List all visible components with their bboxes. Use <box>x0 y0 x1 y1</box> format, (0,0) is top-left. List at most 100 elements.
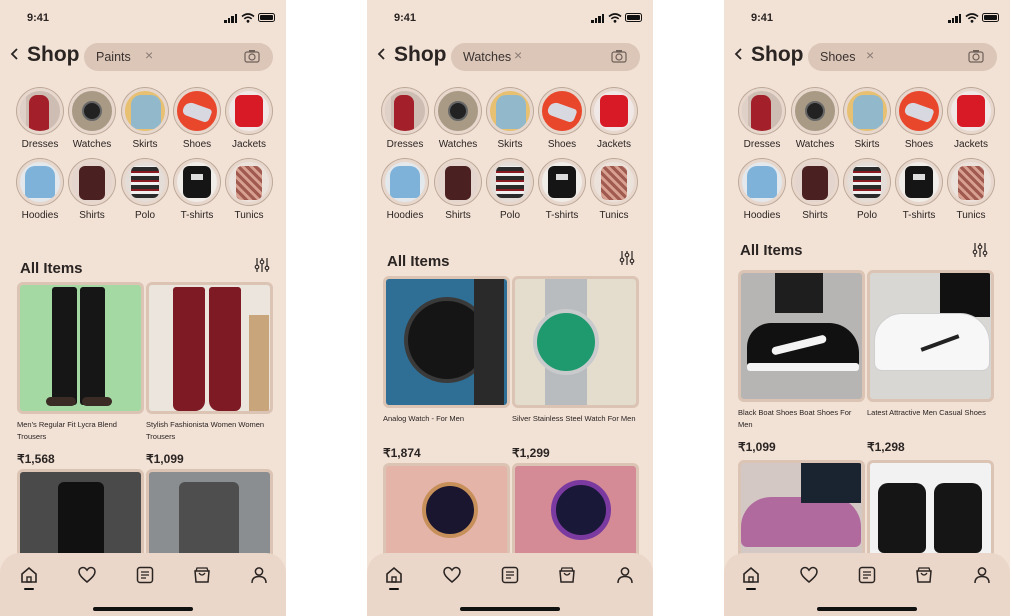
category-polo[interactable]: Polo <box>841 159 893 221</box>
product-name: Men's Regular Fit Lycra Blend Trousers <box>17 420 117 441</box>
heart-icon[interactable] <box>77 565 97 585</box>
profile-icon[interactable] <box>249 565 269 585</box>
clear-search-icon[interactable]: × <box>514 48 522 62</box>
product-card[interactable]: Latest Attractive Men Casual Shoes ₹1,29… <box>867 270 994 454</box>
category-t-shirts[interactable]: T-shirts <box>893 159 945 221</box>
battery-icon <box>625 13 642 22</box>
category-dresses[interactable]: Dresses <box>379 88 431 150</box>
category-label: Dresses <box>386 139 424 150</box>
t-shirt-thumbnail <box>539 159 585 205</box>
watch-thumbnail <box>69 88 115 134</box>
category-shoes[interactable]: Shoes <box>893 88 945 150</box>
product-card[interactable]: Analog Watch - For Men ₹1,874 <box>383 276 510 460</box>
category-shirts[interactable]: Shirts <box>66 159 118 221</box>
product-price: ₹1,874 <box>383 446 421 460</box>
category-polo[interactable]: Polo <box>119 159 171 221</box>
clear-search-icon[interactable]: × <box>145 48 153 62</box>
filter-icon[interactable] <box>254 257 270 273</box>
home-indicator <box>93 607 193 611</box>
search-input[interactable]: Shoes <box>820 50 855 64</box>
category-dresses[interactable]: Dresses <box>736 88 788 150</box>
bag-icon[interactable] <box>914 565 934 585</box>
category-tunics[interactable]: Tunics <box>588 159 640 221</box>
home-icon[interactable] <box>384 565 404 585</box>
product-image <box>738 270 865 402</box>
list-icon[interactable] <box>857 565 877 585</box>
category-dresses[interactable]: Dresses <box>14 88 66 150</box>
signal-icon <box>224 13 238 23</box>
category-shoes[interactable]: Shoes <box>171 88 223 150</box>
polo-thumbnail <box>122 159 168 205</box>
category-label: Jackets <box>954 139 988 150</box>
category-list: Dresses Watches Skirts Shoes Jackets Hoo… <box>367 88 653 228</box>
product-card[interactable]: Men's Regular Fit Lycra Blend Trousers ₹… <box>17 282 144 466</box>
category-shirts[interactable]: Shirts <box>789 159 841 221</box>
search-input[interactable]: Watches <box>463 50 511 64</box>
category-hoodies[interactable]: Hoodies <box>379 159 431 221</box>
product-card[interactable]: Silver Stainless Steel Watch For Men ₹1,… <box>512 276 639 460</box>
category-tunics[interactable]: Tunics <box>945 159 997 221</box>
category-polo[interactable]: Polo <box>484 159 536 221</box>
back-arrow-icon[interactable] <box>376 47 388 61</box>
category-shirts[interactable]: Shirts <box>432 159 484 221</box>
category-label: Dresses <box>21 139 59 150</box>
category-jackets[interactable]: Jackets <box>588 88 640 150</box>
category-skirts[interactable]: Skirts <box>841 88 893 150</box>
heart-icon[interactable] <box>442 565 462 585</box>
filter-icon[interactable] <box>972 242 988 258</box>
profile-icon[interactable] <box>615 565 635 585</box>
category-jackets[interactable]: Jackets <box>223 88 275 150</box>
category-label: Hoodies <box>743 210 781 221</box>
category-t-shirts[interactable]: T-shirts <box>171 159 223 221</box>
product-card[interactable]: Stylish Fashionista Women Women Trousers… <box>146 282 273 466</box>
search-bar[interactable]: Watches × <box>451 43 640 71</box>
category-watches[interactable]: Watches <box>66 88 118 150</box>
category-label: Hoodies <box>21 210 59 221</box>
header: Shop Shoes × <box>724 40 1010 72</box>
category-shoes[interactable]: Shoes <box>536 88 588 150</box>
list-icon[interactable] <box>135 565 155 585</box>
active-indicator <box>746 588 756 590</box>
category-label: Skirts <box>854 139 880 150</box>
bag-icon[interactable] <box>557 565 577 585</box>
product-price: ₹1,298 <box>867 440 905 454</box>
category-t-shirts[interactable]: T-shirts <box>536 159 588 221</box>
category-label: Shoes <box>182 139 212 150</box>
home-indicator <box>817 607 917 611</box>
camera-icon[interactable] <box>244 49 260 63</box>
home-icon[interactable] <box>741 565 761 585</box>
clear-search-icon[interactable]: × <box>866 48 874 62</box>
category-tunics[interactable]: Tunics <box>223 159 275 221</box>
product-card[interactable]: Black Boat Shoes Boat Shoes For Men ₹1,0… <box>738 270 865 454</box>
home-icon[interactable] <box>19 565 39 585</box>
wifi-icon <box>965 13 979 23</box>
category-watches[interactable]: Watches <box>789 88 841 150</box>
category-hoodies[interactable]: Hoodies <box>14 159 66 221</box>
search-input[interactable]: Paints <box>96 50 131 64</box>
product-image <box>17 282 144 414</box>
product-name: Analog Watch - For Men <box>383 414 465 423</box>
status-time: 9:41 <box>751 12 774 24</box>
back-arrow-icon[interactable] <box>733 47 745 61</box>
product-price: ₹1,099 <box>738 440 776 454</box>
camera-icon[interactable] <box>968 49 984 63</box>
list-icon[interactable] <box>500 565 520 585</box>
dress-thumbnail <box>17 88 63 134</box>
category-skirts[interactable]: Skirts <box>119 88 171 150</box>
profile-icon[interactable] <box>972 565 992 585</box>
category-skirts[interactable]: Skirts <box>484 88 536 150</box>
category-jackets[interactable]: Jackets <box>945 88 997 150</box>
search-bar[interactable]: Shoes × <box>808 43 997 71</box>
heart-icon[interactable] <box>799 565 819 585</box>
category-watches[interactable]: Watches <box>432 88 484 150</box>
filter-icon[interactable] <box>619 250 635 266</box>
category-label: Tunics <box>599 210 629 221</box>
hoodie-thumbnail <box>17 159 63 205</box>
search-bar[interactable]: Paints × <box>84 43 273 71</box>
product-name: Black Boat Shoes Boat Shoes For Men <box>738 408 852 429</box>
category-hoodies[interactable]: Hoodies <box>736 159 788 221</box>
back-arrow-icon[interactable] <box>9 47 21 61</box>
bag-icon[interactable] <box>192 565 212 585</box>
camera-icon[interactable] <box>611 49 627 63</box>
signal-icon <box>948 13 962 23</box>
